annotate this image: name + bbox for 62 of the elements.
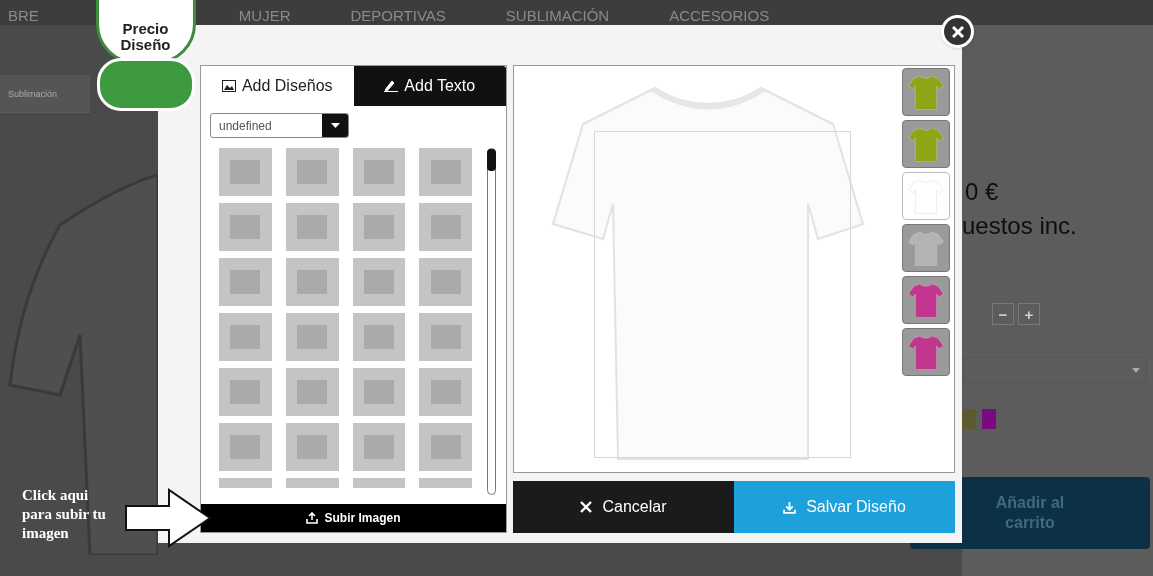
color-swatch[interactable]	[962, 409, 976, 429]
design-thumbnail[interactable]	[419, 313, 472, 361]
shirt-color-option[interactable]	[902, 68, 950, 116]
design-thumbnail[interactable]	[419, 423, 472, 471]
design-thumbnail[interactable]	[352, 423, 406, 471]
shirt-color-option[interactable]	[902, 172, 950, 220]
upload-hint: Click aqui para subir tu imagen	[22, 486, 107, 543]
shirt-color-option[interactable]	[902, 276, 950, 324]
design-thumbnail[interactable]	[352, 313, 406, 361]
option-select[interactable]	[962, 357, 1147, 383]
caret-icon	[330, 123, 340, 128]
close-icon	[580, 501, 593, 513]
shirt-color-option[interactable]	[902, 328, 950, 376]
tab[interactable]: Add Texto	[353, 66, 506, 106]
tshirt-icon	[907, 124, 945, 164]
design-thumbnail[interactable]	[285, 258, 339, 306]
tax-note: uestos inc.	[962, 214, 1078, 238]
design-thumbnail[interactable]	[352, 368, 406, 416]
design-thumbnail[interactable]	[285, 148, 339, 196]
shirt-color-option[interactable]	[902, 224, 950, 272]
design-thumbnail[interactable]	[219, 148, 272, 196]
close-icon	[951, 25, 964, 38]
sidebar-item[interactable]: Sublimación	[0, 75, 90, 115]
nav-item[interactable]: BRE	[8, 8, 39, 25]
nav-item[interactable]: DEPORTIVAS	[350, 8, 446, 25]
design-thumbnail[interactable]	[352, 148, 406, 196]
design-thumbnail[interactable]	[285, 423, 339, 471]
tshirt-icon	[907, 280, 945, 320]
color-swatch[interactable]	[982, 409, 996, 429]
design-thumbnail[interactable]	[285, 203, 339, 251]
design-thumbnail[interactable]	[219, 368, 272, 416]
upload-icon	[306, 512, 319, 524]
design-thumbnail[interactable]	[419, 203, 472, 251]
quantity-plus-button[interactable]: +	[1018, 303, 1040, 325]
tshirt-icon	[907, 332, 945, 372]
design-thumbnail[interactable]	[219, 423, 272, 471]
caret-icon	[1132, 367, 1140, 373]
design-thumbnail[interactable]	[352, 203, 406, 251]
download-icon	[783, 500, 797, 514]
design-thumbnail[interactable]	[419, 258, 472, 306]
nav-item[interactable]: MUJER	[238, 8, 291, 25]
cancel-button[interactable]: Cancelar	[513, 481, 734, 533]
tshirt-icon	[907, 72, 945, 112]
image-icon	[221, 80, 236, 92]
category-select[interactable]: undefined	[210, 113, 349, 138]
price-text: 0 €	[965, 180, 1000, 204]
upload-image-button[interactable]: Subir Imagen	[201, 504, 506, 532]
design-thumbnail[interactable]	[219, 203, 272, 251]
design-thumbnail[interactable]	[419, 368, 472, 416]
nav-item[interactable]: ACCESORIOS	[669, 8, 770, 25]
design-thumbnail[interactable]	[219, 258, 272, 306]
nav-item[interactable]: SUBLIMACIÓN	[505, 8, 610, 25]
design-thumbnail[interactable]	[352, 258, 406, 306]
design-thumbnail[interactable]	[219, 313, 272, 361]
quantity-minus-button[interactable]: −	[992, 303, 1014, 325]
shirt-color-option[interactable]	[902, 120, 950, 168]
pen-icon	[384, 80, 399, 92]
design-thumbnail[interactable]	[419, 148, 472, 196]
save-design-button[interactable]: Salvar Diseño	[734, 481, 955, 533]
design-thumbnail[interactable]	[285, 313, 339, 361]
design-thumbnail[interactable]	[285, 368, 339, 416]
tshirt-icon	[907, 228, 945, 268]
